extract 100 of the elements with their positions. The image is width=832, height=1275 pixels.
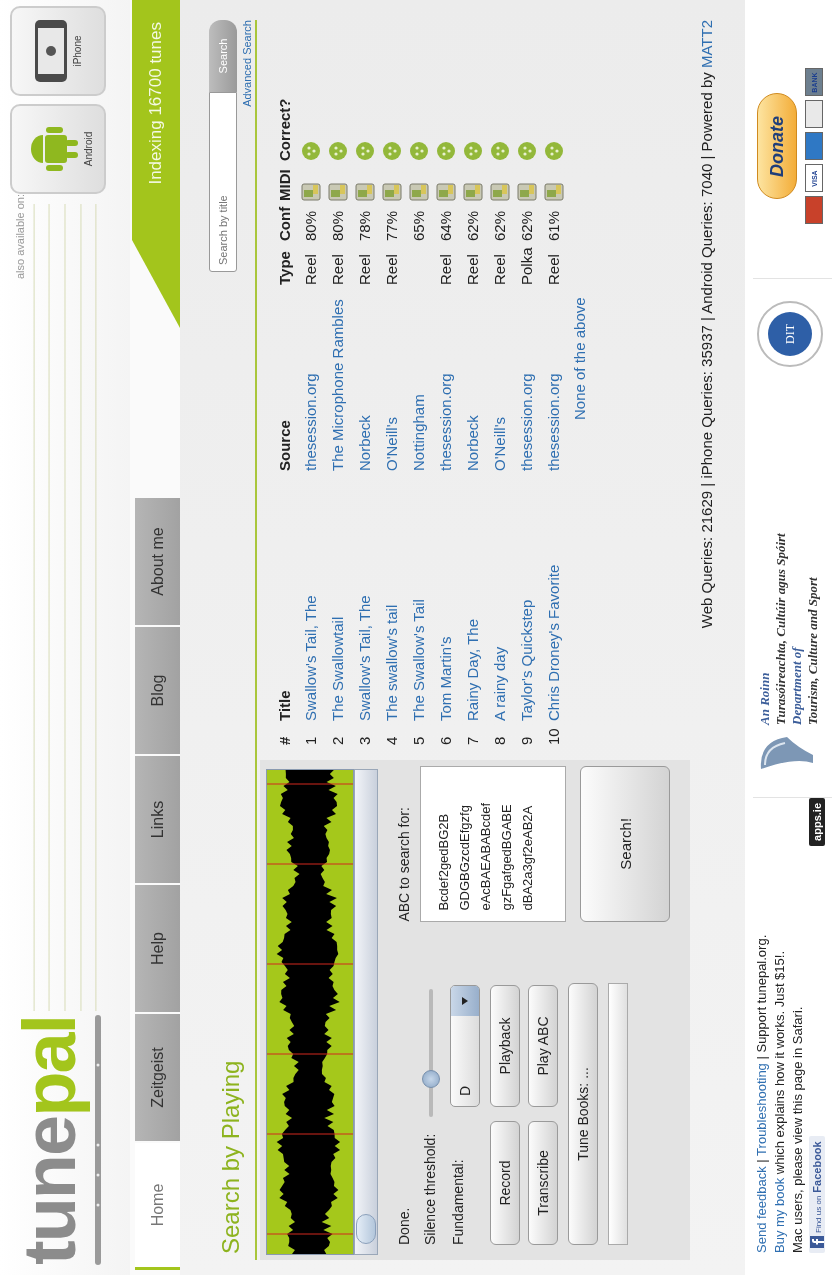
search-field[interactable]: Search by title (209, 92, 237, 272)
confidence: 78% (356, 210, 373, 241)
caret-icon (462, 997, 468, 1005)
recorder-button[interactable]: Transcribe (528, 1121, 558, 1245)
footer-link[interactable]: Troubleshooting (754, 1063, 769, 1156)
midi-file-icon[interactable] (516, 183, 537, 201)
sponsor-text: An Roinn (757, 671, 773, 725)
confidence: 64% (437, 210, 454, 241)
app-tile[interactable]: Android (10, 104, 106, 194)
row-number: 10 (545, 727, 562, 745)
midi-file-icon[interactable] (408, 183, 429, 201)
search-submit-button[interactable]: Search! (580, 766, 670, 922)
confidence: 65% (410, 210, 427, 241)
tune-type: Reel (329, 254, 346, 285)
source-link[interactable]: O'Neill's (383, 285, 400, 471)
row-number: 3 (356, 735, 373, 745)
row-number: 5 (410, 735, 427, 745)
row-number: 9 (518, 735, 535, 745)
advanced-search-link[interactable]: Advanced Search (241, 20, 253, 107)
source-link[interactable]: thesession.org (437, 285, 454, 471)
recorder-button[interactable]: Record (490, 1121, 520, 1245)
recorder-button[interactable]: Playback (490, 985, 520, 1107)
row-number: 6 (437, 735, 454, 745)
silence-slider[interactable] (422, 989, 440, 1117)
tune-title-link[interactable]: The Swallowtail (329, 471, 346, 721)
source-link[interactable]: The Microphone Rambles (329, 285, 346, 471)
app-tile[interactable]: iPhone (10, 6, 106, 96)
tune-title-link[interactable]: Taylor's Quickstep (518, 471, 535, 721)
sponsor-text: Department of (789, 645, 805, 725)
midi-file-icon[interactable] (354, 183, 375, 201)
source-link[interactable]: Norbeck (464, 285, 481, 471)
midi-file-icon[interactable] (435, 183, 456, 201)
midi-file-icon[interactable] (381, 183, 402, 201)
footer-link[interactable]: Send feedback (754, 1166, 769, 1253)
nav-tab[interactable]: Zeitgeist (135, 1014, 180, 1141)
column-header: Conf (275, 205, 293, 241)
source-link[interactable]: Nottingham (410, 285, 427, 471)
tune-title-link[interactable]: Rainy Day, The (464, 471, 481, 721)
source-link[interactable]: O'Neill's (491, 285, 508, 471)
nav-tab[interactable]: Links (135, 756, 180, 883)
confidence: 62% (491, 210, 508, 241)
source-link[interactable]: thesession.org (518, 285, 535, 471)
tune-title-link[interactable]: A rainy day (491, 471, 508, 721)
powered-by-link[interactable]: MATT2 (698, 20, 715, 69)
midi-file-icon[interactable] (462, 183, 483, 201)
column-header: Type (275, 250, 293, 285)
midi-file-icon[interactable] (489, 183, 510, 201)
college-seal: DIT (757, 301, 823, 367)
tune-title-link[interactable]: Swallow's Tail, The (356, 471, 373, 721)
facebook-badge[interactable]: Find us on Facebook (809, 1136, 825, 1253)
tune-title-link[interactable]: Tom Martin's (437, 471, 454, 721)
dotted-circle-icon[interactable] (354, 141, 375, 161)
tune-type: Reel (383, 254, 400, 285)
tune-title-link[interactable]: The Swallow's Tail (410, 471, 427, 721)
abc-text-field[interactable]: Bcdef2gedBG2B GDGBGzcdEfgzfg eAcBAEABABcdef gzFgafgedBGABE dBA2a3gf2eAB2A (420, 766, 566, 922)
source-link[interactable]: thesession.org (545, 285, 562, 471)
source-link[interactable]: Norbeck (356, 285, 373, 471)
dotted-circle-icon[interactable] (543, 141, 564, 161)
dotted-circle-icon[interactable] (435, 141, 456, 161)
sponsor-text: Turasóireachta, Cultúir agus Spóirt (773, 532, 789, 725)
logo: tunepal (10, 1014, 90, 1265)
footer-text: Send feedback | Troubleshooting | Support tunepal.org. (753, 933, 770, 1253)
midi-file-icon[interactable] (327, 183, 348, 201)
footer-link[interactable]: Buy my book (772, 1177, 787, 1253)
tune-title-link[interactable]: Chris Droney's Favorite (545, 471, 562, 721)
midi-file-icon[interactable] (300, 183, 321, 201)
donate-button[interactable]: Donate (757, 93, 797, 200)
tune-books-button[interactable]: Tune Books: ... (568, 983, 598, 1245)
column-header: # (275, 735, 293, 745)
tune-title-link[interactable]: Swallow's Tail, The (302, 471, 319, 721)
column-header: Correct? (275, 97, 293, 161)
sponsor-text: Tourism, Culture and Sport (805, 576, 821, 725)
midi-file-icon[interactable] (543, 183, 564, 201)
dotted-circle-icon[interactable] (516, 141, 537, 161)
source-link[interactable]: thesession.org (302, 285, 319, 471)
nav-tab[interactable]: About me (135, 498, 180, 625)
tune-type: Reel (356, 254, 373, 285)
fundamental-dropdown[interactable]: D (450, 985, 480, 1107)
dotted-circle-icon[interactable] (327, 141, 348, 161)
row-number: 4 (383, 735, 400, 745)
tune-title-link[interactable]: The swallow's tail (383, 471, 400, 721)
tune-type: Reel (437, 254, 454, 285)
nav-tab[interactable]: Blog (135, 627, 180, 754)
nav-tab[interactable]: Help (135, 885, 180, 1012)
footer-note: Mac users, please view this page in Safari. (789, 1005, 806, 1253)
tune-type: Reel (545, 254, 562, 285)
dotted-circle-icon[interactable] (408, 141, 429, 161)
dotted-circle-icon[interactable] (462, 141, 483, 161)
row-number: 7 (464, 735, 481, 745)
tune-type: Reel (464, 254, 481, 285)
confidence: 61% (545, 210, 562, 241)
dotted-circle-icon[interactable] (489, 141, 510, 161)
none-of-the-above-link[interactable]: None of the above (571, 297, 588, 420)
nav-tab[interactable]: Home (135, 1143, 180, 1270)
dotted-circle-icon[interactable] (381, 141, 402, 161)
recorder-button[interactable]: Play ABC (528, 985, 558, 1107)
apps-badge[interactable]: apps.ie (809, 798, 825, 846)
column-header: MIDI (275, 168, 293, 201)
scrollbar[interactable] (354, 769, 378, 1255)
dotted-circle-icon[interactable] (300, 141, 321, 161)
